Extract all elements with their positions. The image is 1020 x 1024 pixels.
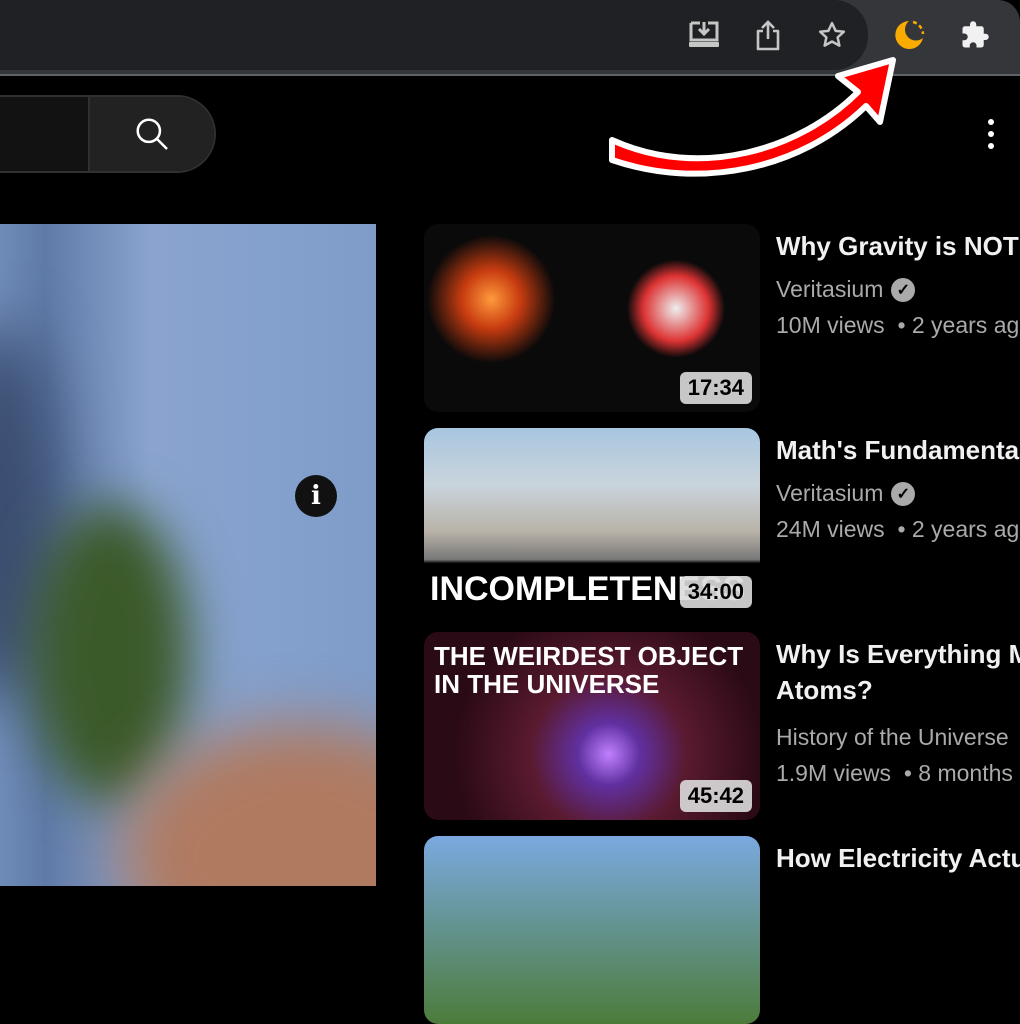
share-icon[interactable] <box>751 18 785 52</box>
video-title[interactable]: Math's Fundamenta <box>776 432 1020 468</box>
upload-age: • 8 months <box>903 760 1013 786</box>
video-title[interactable]: How Electricity Actu <box>776 840 1020 876</box>
search-icon <box>136 118 168 150</box>
channel-name[interactable]: History of the Universe <box>776 724 1009 751</box>
video-item[interactable]: INCOMPLETENESS 34:00 Math's Fundamenta V… <box>424 428 1020 616</box>
info-icon[interactable]: i <box>295 475 337 517</box>
more-options-button[interactable] <box>980 115 1002 153</box>
duration-badge: 17:34 <box>679 372 752 404</box>
video-title[interactable]: Why Gravity is NOT <box>776 228 1020 264</box>
duration-badge: 34:00 <box>679 576 752 608</box>
verified-check-icon: ✓ <box>891 277 916 302</box>
video-title-line2[interactable]: Atoms? <box>776 672 1020 708</box>
thumbnail-text: THE WEIRDEST OBJECT IN THE UNIVERSE <box>434 641 744 699</box>
video-thumbnail[interactable]: INCOMPLETENESS 34:00 <box>424 428 760 616</box>
dark-reader-moon-icon[interactable] <box>893 18 927 52</box>
video-thumbnail[interactable]: 17:34 <box>424 224 760 412</box>
video-thumbnail[interactable] <box>424 836 760 1024</box>
address-bar[interactable] <box>0 0 868 70</box>
verified-check-icon: ✓ <box>891 481 916 506</box>
video-title[interactable]: Why Is Everything M <box>776 636 1020 672</box>
video-player[interactable]: i <box>0 224 376 886</box>
extensions-puzzle-icon[interactable] <box>958 18 992 52</box>
channel-label: Veritasium <box>776 276 884 302</box>
video-item[interactable]: 17:34 Why Gravity is NOT Veritasium ✓ 10M… <box>424 224 1020 412</box>
channel-label: History of the Universe <box>776 724 1009 750</box>
search-input[interactable] <box>0 97 90 171</box>
bookmark-star-icon[interactable] <box>815 18 849 52</box>
search-button[interactable] <box>90 97 214 171</box>
video-item[interactable]: How Electricity Actu <box>424 836 1020 1024</box>
view-count: 1.9M views <box>776 760 892 786</box>
search-bar <box>0 95 216 173</box>
video-meta: 10M views • 2 years ag <box>776 312 1019 339</box>
channel-label: Veritasium <box>776 480 884 506</box>
video-meta: 24M views • 2 years ag <box>776 516 1019 543</box>
upload-age: • 2 years ag <box>897 312 1020 338</box>
channel-name[interactable]: Veritasium ✓ <box>776 276 916 303</box>
install-app-icon[interactable] <box>687 18 721 52</box>
video-thumbnail[interactable]: THE WEIRDEST OBJECT IN THE UNIVERSE 45:4… <box>424 632 760 820</box>
duration-badge: 45:42 <box>679 780 752 812</box>
browser-toolbar <box>0 0 1020 76</box>
upload-age: • 2 years ag <box>897 516 1020 542</box>
channel-name[interactable]: Veritasium ✓ <box>776 480 916 507</box>
view-count: 24M views <box>776 516 885 542</box>
view-count: 10M views <box>776 312 885 338</box>
video-meta: 1.9M views • 8 months <box>776 760 1013 787</box>
video-item[interactable]: THE WEIRDEST OBJECT IN THE UNIVERSE 45:4… <box>424 632 1020 820</box>
